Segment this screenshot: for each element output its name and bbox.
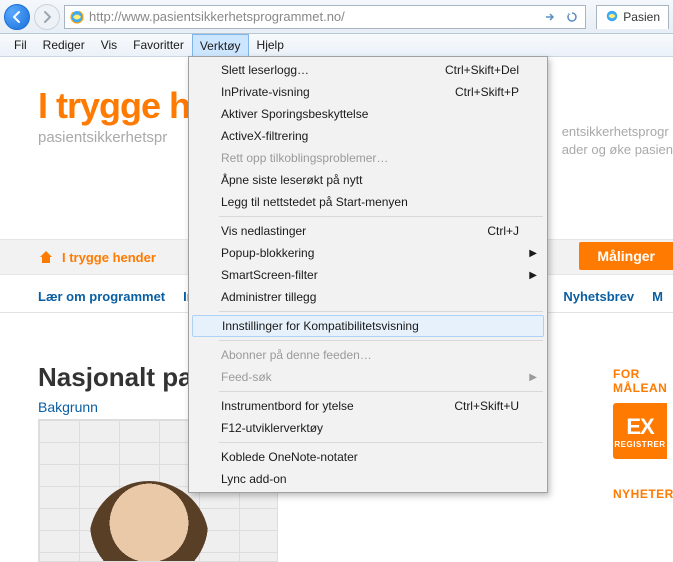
nyheter-heading: NYHETER [613,487,673,501]
nav-link[interactable]: Lær om programmet [38,289,165,304]
menu-item[interactable]: Slett leserlogg… Ctrl+Skift+Del [191,59,545,81]
menu-item[interactable]: Vis nedlastinger Ctrl+J [191,220,545,242]
menu-item[interactable]: Instrumentbord for ytelse Ctrl+Skift+U [191,395,545,417]
ie-icon [69,9,85,25]
article-title: Nasjonalt pas [38,362,207,393]
menu-item[interactable]: InPrivate-visning Ctrl+Skift+P [191,81,545,103]
menu-item-label: ActiveX-filtrering [221,129,308,143]
menu-item[interactable]: ActiveX-filtrering [191,125,545,147]
submenu-arrow-icon: ▶ [529,270,537,281]
menu-item[interactable]: Innstillinger for Kompatibilitetsvisning [192,315,544,337]
menu-item: Abonner på denne feeden… [191,344,545,366]
submenu-arrow-icon: ▶ [529,372,537,383]
menu-item-label: Lync add-on [221,472,287,486]
menu-favoritter[interactable]: Favoritter [125,34,192,56]
menu-separator [219,311,543,312]
url-input[interactable] [89,9,537,24]
menu-item-label: Vis nedlastinger [221,224,306,238]
menu-item[interactable]: Åpne siste leserøkt på nytt [191,169,545,191]
menu-fil[interactable]: Fil [6,34,35,56]
menu-item-label: Administrer tillegg [221,290,316,304]
menu-item-label: Instrumentbord for ytelse [221,399,354,413]
menu-item-label: Innstillinger for Kompatibilitetsvisning [222,319,419,333]
menu-item[interactable]: Lync add-on [191,468,545,490]
menu-item-label: InPrivate-visning [221,85,310,99]
breadcrumb-home[interactable]: I trygge hender [62,250,156,265]
menu-shortcut: Ctrl+J [487,224,519,238]
menu-item-label: Popup-blokkering [221,246,314,260]
menu-item[interactable]: Aktiver Sporingsbeskyttelse [191,103,545,125]
ext-big: EX [626,414,653,440]
malinger-button[interactable]: Målinger [579,242,673,270]
menu-vis[interactable]: Vis [93,34,125,56]
home-icon [38,249,54,265]
menu-item-label: Abonner på denne feeden… [221,348,372,362]
menu-item: Feed-søk ▶ [191,366,545,388]
hero-right-line: entsikkerhetsprogr [562,123,673,141]
menu-separator [219,340,543,341]
ie-icon [605,9,619,26]
menu-item-label: Åpne siste leserøkt på nytt [221,173,362,187]
menu-item-label: SmartScreen-filter [221,268,318,282]
nav-link[interactable]: Nyhetsbrev [563,289,634,304]
menu-item[interactable]: F12-utviklerverktøy [191,417,545,439]
side-heading: FOR MÅLEAN [613,367,673,395]
refresh-icon[interactable] [563,8,581,26]
menu-item: Rett opp tilkoblingsproblemer… [191,147,545,169]
menu-item[interactable]: Administrer tillegg [191,286,545,308]
article-link[interactable]: Bakgrunn [38,399,207,415]
ext-small: REGISTRER [614,440,665,449]
menu-shortcut: Ctrl+Skift+U [454,399,519,413]
menu-item-label: Koblede OneNote-notater [221,450,358,464]
extranet-badge[interactable]: EX REGISTRER [613,403,667,459]
menu-separator [219,216,543,217]
nav-back-button[interactable] [4,4,30,30]
menu-shortcut: Ctrl+Skift+Del [445,63,519,77]
hero-right-line: ader og øke pasien [562,141,673,159]
menu-item[interactable]: SmartScreen-filter ▶ [191,264,545,286]
menu-hjelp[interactable]: Hjelp [249,34,292,56]
menu-item[interactable]: Popup-blokkering ▶ [191,242,545,264]
address-bar[interactable] [64,5,586,29]
menu-separator [219,442,543,443]
menu-item[interactable]: Koblede OneNote-notater [191,446,545,468]
nav-forward-button[interactable] [34,4,60,30]
menu-separator [219,391,543,392]
menu-item-label: Slett leserlogg… [221,63,309,77]
menu-verktøy[interactable]: Verktøy [192,34,249,56]
menu-item-label: Rett opp tilkoblingsproblemer… [221,151,388,165]
go-icon[interactable] [541,8,559,26]
tab-label: Pasien [623,10,660,24]
menu-item-label: Legg til nettstedet på Start-menyen [221,195,408,209]
menu-item-label: Feed-søk [221,370,272,384]
menu-item-label: Aktiver Sporingsbeskyttelse [221,107,368,121]
nav-link[interactable]: M [652,289,663,304]
browser-tab[interactable]: Pasien [596,5,669,29]
menu-item-label: F12-utviklerverktøy [221,421,323,435]
menu-rediger[interactable]: Rediger [35,34,93,56]
submenu-arrow-icon: ▶ [529,248,537,259]
menubar: FilRedigerVisFavoritterVerktøyHjelp [0,34,673,57]
tools-menu-dropdown: Slett leserlogg… Ctrl+Skift+Del InPrivate-… [188,56,548,493]
menu-shortcut: Ctrl+Skift+P [455,85,519,99]
menu-item[interactable]: Legg til nettstedet på Start-menyen [191,191,545,213]
